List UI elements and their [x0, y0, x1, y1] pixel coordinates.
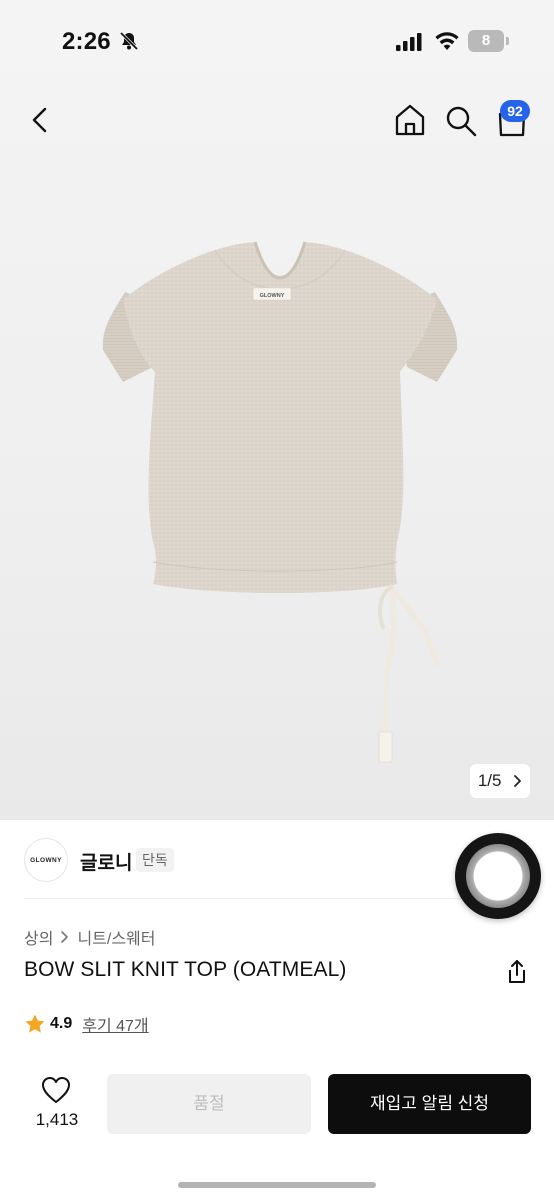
bell-off-icon: [119, 31, 139, 51]
star-icon: [25, 1014, 45, 1033]
exclusive-badge: 단독: [136, 848, 174, 872]
battery-level: 8: [468, 30, 504, 52]
battery-cap: [506, 37, 509, 45]
rating-score: 4.9: [50, 1015, 73, 1032]
home-icon[interactable]: [393, 102, 427, 138]
chevron-right-icon: [514, 775, 522, 787]
home-indicator: [178, 1182, 376, 1188]
status-time: 2:26: [62, 28, 111, 55]
brand-name[interactable]: 글로니: [80, 848, 132, 875]
review-link[interactable]: 후기 47개: [82, 1012, 148, 1036]
signal-icon: [396, 33, 422, 51]
product-title: BOW SLIT KNIT TOP (OATMEAL): [24, 958, 347, 981]
soldout-button[interactable]: 품절: [107, 1074, 311, 1134]
breadcrumb: 상의 니트/스웨터: [24, 925, 156, 949]
search-icon[interactable]: [444, 102, 478, 138]
status-bar: 2:26 8: [0, 0, 554, 80]
divider: [24, 898, 530, 899]
like-button[interactable]: 1,413: [28, 1074, 86, 1138]
bottom-action-bar: 1,413 품절 재입고 알림 신청: [0, 1060, 554, 1160]
floating-assistive-button[interactable]: [455, 833, 541, 919]
heart-icon: [42, 1077, 70, 1103]
restock-alert-button[interactable]: 재입고 알림 신청: [328, 1074, 531, 1134]
top-navigation: [0, 90, 554, 150]
breadcrumb-item-top[interactable]: 상의: [24, 925, 53, 949]
back-icon[interactable]: [24, 102, 58, 138]
brand-logo[interactable]: GLOWNY: [24, 838, 68, 882]
battery-icon: 8: [468, 30, 510, 52]
rating-row: 4.9 후기 47개: [24, 1012, 149, 1036]
wifi-icon: [435, 32, 459, 50]
pager-text: 1/5: [477, 771, 502, 790]
image-pager[interactable]: 1/5: [470, 764, 530, 798]
chevron-right-icon: [61, 931, 69, 943]
like-count: 1,413: [35, 1110, 79, 1129]
share-icon[interactable]: [504, 958, 530, 986]
breadcrumb-item-knit[interactable]: 니트/스웨터: [77, 925, 155, 949]
product-photo: GLOWNY: [102, 241, 458, 763]
floating-button-core: [466, 844, 530, 908]
cart-count-badge[interactable]: 92: [500, 100, 530, 122]
garment-label: GLOWNY: [260, 293, 285, 299]
